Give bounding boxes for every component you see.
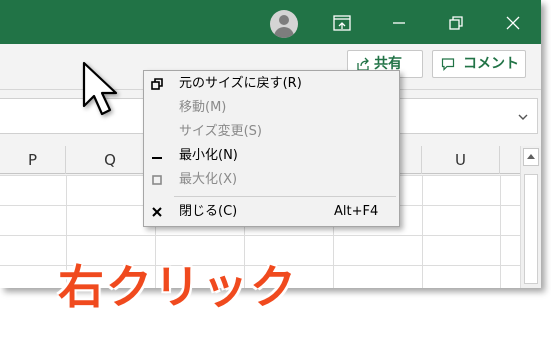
menu-item-restore[interactable]: 元のサイズに戻す(R) bbox=[144, 72, 399, 96]
menu-item-label: 最小化(N) bbox=[179, 148, 238, 163]
share-icon bbox=[357, 57, 369, 71]
user-avatar-icon[interactable] bbox=[270, 10, 298, 38]
menu-item-label: 閉じる(C) bbox=[179, 204, 238, 219]
chevron-down-icon[interactable] bbox=[517, 112, 529, 122]
comment-label: コメント bbox=[463, 56, 519, 72]
grid-line bbox=[422, 175, 423, 288]
menu-item-close[interactable]: 閉じる(C) Alt+F4 bbox=[144, 200, 399, 224]
menu-separator bbox=[174, 196, 396, 197]
menu-item-maximize[interactable]: 最大化(X) bbox=[144, 168, 399, 192]
ribbon-display-options-icon[interactable] bbox=[331, 12, 353, 34]
title-bar[interactable] bbox=[0, 0, 541, 44]
column-header[interactable]: Q bbox=[66, 146, 155, 174]
close-icon[interactable] bbox=[502, 12, 524, 34]
menu-item-size[interactable]: サイズ変更(S) bbox=[144, 120, 399, 144]
minimize-icon[interactable] bbox=[388, 12, 410, 34]
grid-line bbox=[500, 175, 501, 288]
close-icon bbox=[152, 207, 162, 217]
menu-item-label: 最大化(X) bbox=[179, 172, 238, 187]
triangle-up-icon bbox=[527, 154, 535, 159]
window-context-menu: 元のサイズに戻す(R) 移動(M) サイズ変更(S) 最小化(N) 最大化(X)… bbox=[143, 70, 400, 227]
menu-item-shortcut: Alt+F4 bbox=[334, 204, 379, 219]
annotation-label: 右クリック bbox=[58, 260, 298, 314]
maximize-icon bbox=[152, 175, 162, 185]
mouse-pointer-icon bbox=[82, 61, 118, 116]
column-header[interactable]: P bbox=[0, 146, 66, 174]
restore-icon bbox=[151, 78, 163, 90]
vertical-scrollbar[interactable] bbox=[520, 146, 541, 288]
comment-button[interactable]: コメント bbox=[432, 50, 526, 78]
scroll-up-button[interactable] bbox=[523, 148, 539, 166]
scrollbar-thumb[interactable] bbox=[524, 174, 538, 284]
restore-icon[interactable] bbox=[445, 12, 467, 34]
menu-item-label: 移動(M) bbox=[179, 100, 227, 115]
comment-icon bbox=[441, 58, 455, 71]
menu-item-move[interactable]: 移動(M) bbox=[144, 96, 399, 120]
menu-item-label: サイズ変更(S) bbox=[179, 124, 263, 139]
menu-item-label: 元のサイズに戻す(R) bbox=[179, 76, 302, 91]
minimize-icon bbox=[152, 157, 162, 159]
menu-item-minimize[interactable]: 最小化(N) bbox=[144, 144, 399, 168]
column-header[interactable]: U bbox=[422, 146, 500, 174]
